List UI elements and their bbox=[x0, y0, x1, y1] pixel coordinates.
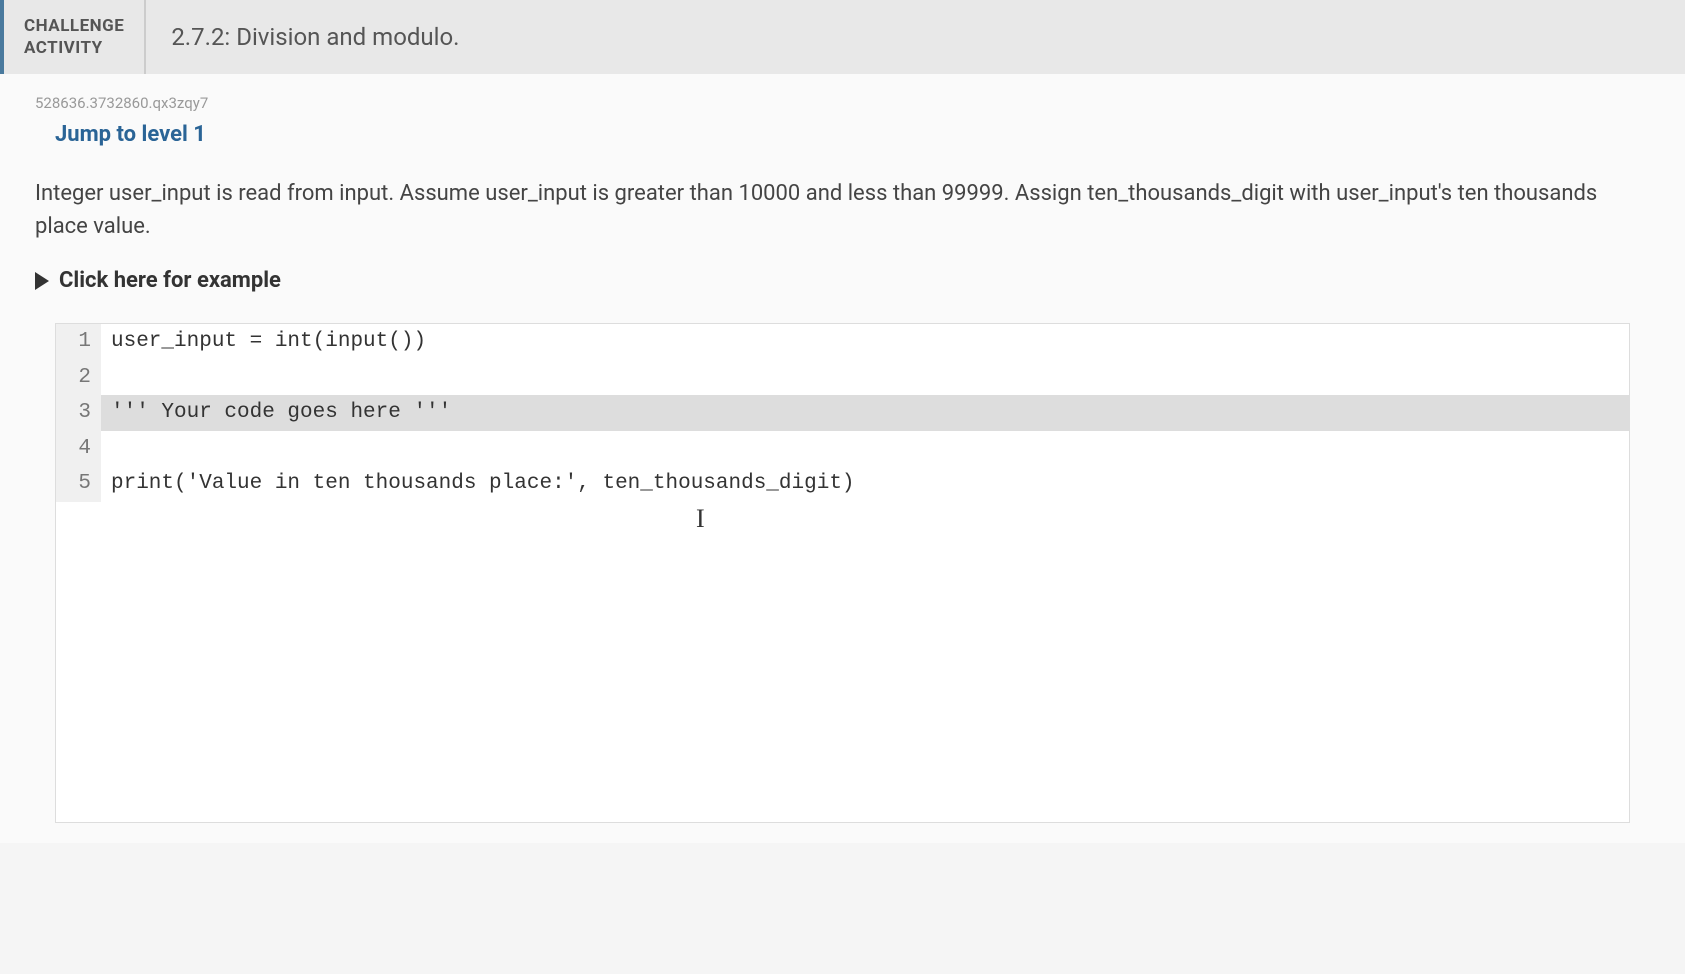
line-number: 4 bbox=[56, 431, 101, 467]
code-line[interactable]: 2 bbox=[56, 360, 1629, 396]
challenge-title: 2.7.2: Division and modulo. bbox=[146, 0, 484, 74]
code-content[interactable]: ''' Your code goes here ''' bbox=[101, 395, 1629, 431]
problem-description: Integer user_input is read from input. A… bbox=[35, 177, 1650, 243]
code-editor[interactable]: 1 user_input = int(input()) 2 3 ''' Your… bbox=[55, 323, 1630, 823]
badge-line-1: CHALLENGE bbox=[24, 15, 124, 37]
line-number: 2 bbox=[56, 360, 101, 396]
line-number: 5 bbox=[56, 466, 101, 502]
code-content[interactable]: print('Value in ten thousands place:', t… bbox=[101, 466, 1629, 502]
triangle-right-icon bbox=[35, 272, 49, 290]
line-number: 3 bbox=[56, 395, 101, 431]
line-number: 1 bbox=[56, 324, 101, 360]
activity-id-code: 528636.3732860.qx3zqy7 bbox=[35, 94, 1650, 112]
example-toggle-label: Click here for example bbox=[59, 268, 281, 293]
challenge-header: CHALLENGE ACTIVITY 2.7.2: Division and m… bbox=[0, 0, 1685, 74]
code-content[interactable]: user_input = int(input()) bbox=[101, 324, 1629, 360]
code-line[interactable]: 1 user_input = int(input()) bbox=[56, 324, 1629, 360]
code-line[interactable]: 5 print('Value in ten thousands place:',… bbox=[56, 466, 1629, 502]
code-line-highlighted[interactable]: 3 ''' Your code goes here ''' bbox=[56, 395, 1629, 431]
challenge-badge: CHALLENGE ACTIVITY bbox=[4, 0, 146, 74]
content-area: 528636.3732860.qx3zqy7 Jump to level 1 I… bbox=[0, 74, 1685, 843]
jump-to-level-link[interactable]: Jump to level 1 bbox=[55, 122, 206, 147]
example-toggle[interactable]: Click here for example bbox=[35, 268, 1650, 293]
code-line[interactable]: 4 bbox=[56, 431, 1629, 467]
text-cursor-icon: I bbox=[696, 499, 705, 538]
badge-line-2: ACTIVITY bbox=[24, 37, 124, 59]
code-content[interactable] bbox=[101, 360, 1629, 396]
code-content[interactable] bbox=[101, 431, 1629, 467]
main-container: CHALLENGE ACTIVITY 2.7.2: Division and m… bbox=[0, 0, 1685, 843]
